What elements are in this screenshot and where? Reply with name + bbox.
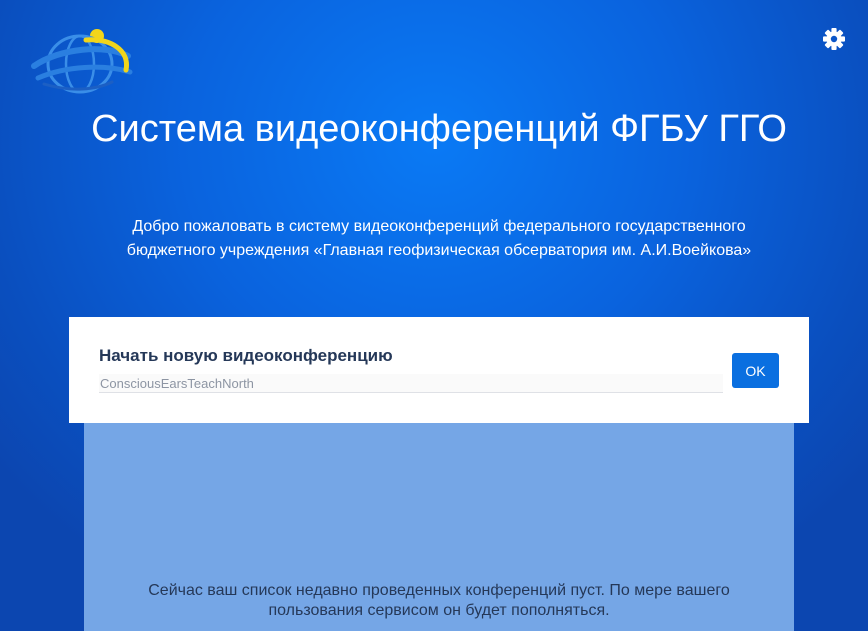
- start-meeting-label: Начать новую видеоконференцию: [99, 346, 393, 365]
- gear-icon: [823, 28, 845, 50]
- welcome-text: Добро пожаловать в систему видеоконферен…: [126, 218, 752, 259]
- ok-button[interactable]: OK: [732, 353, 779, 388]
- settings-button[interactable]: [820, 25, 848, 53]
- start-meeting-card: Начать новую видеоконференцию OK: [69, 317, 809, 423]
- recent-empty-message: Сейчас ваш список недавно проведенных ко…: [148, 582, 730, 619]
- page-title: Система видеоконференций ФГБУ ГГО: [91, 108, 787, 150]
- globe-logo-icon: [31, 29, 133, 94]
- logo: [30, 26, 134, 98]
- room-name-input[interactable]: [99, 374, 723, 393]
- recent-meetings-panel: Сейчас ваш список недавно проведенных ко…: [84, 423, 794, 631]
